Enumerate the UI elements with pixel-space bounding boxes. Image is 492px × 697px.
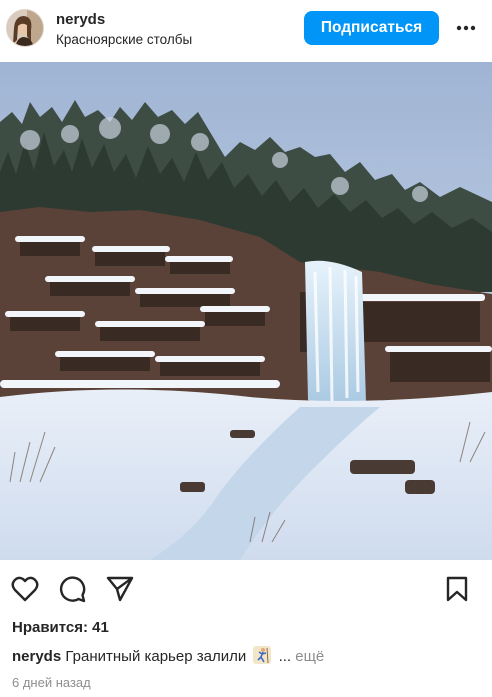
heart-icon[interactable] — [10, 574, 40, 604]
comment-icon[interactable] — [57, 574, 87, 604]
post-timestamp: 6 дней назад — [12, 675, 91, 690]
caption-text: Гранитный карьер залили — [65, 648, 247, 665]
post-username[interactable]: neryds — [56, 11, 105, 28]
likes-count[interactable]: Нравится: 41 — [12, 619, 109, 636]
caption-username[interactable]: neryds — [12, 648, 61, 665]
more-options-icon[interactable] — [452, 16, 480, 40]
send-icon[interactable] — [105, 574, 135, 604]
post-caption: neryds Гранитный карьер залили ... ещё — [12, 646, 324, 665]
climber-emoji — [253, 646, 272, 664]
post-header: neryds Красноярские столбы Подписаться — [0, 0, 492, 62]
post-actions — [0, 568, 492, 608]
follow-button[interactable]: Подписаться — [304, 11, 439, 45]
post-location[interactable]: Красноярские столбы — [56, 32, 192, 47]
avatar[interactable] — [6, 9, 44, 47]
bookmark-icon[interactable] — [442, 574, 472, 604]
post-photo[interactable] — [0, 62, 492, 560]
more-link[interactable]: ещё — [295, 648, 324, 665]
caption-ellipsis: ... — [278, 648, 292, 665]
